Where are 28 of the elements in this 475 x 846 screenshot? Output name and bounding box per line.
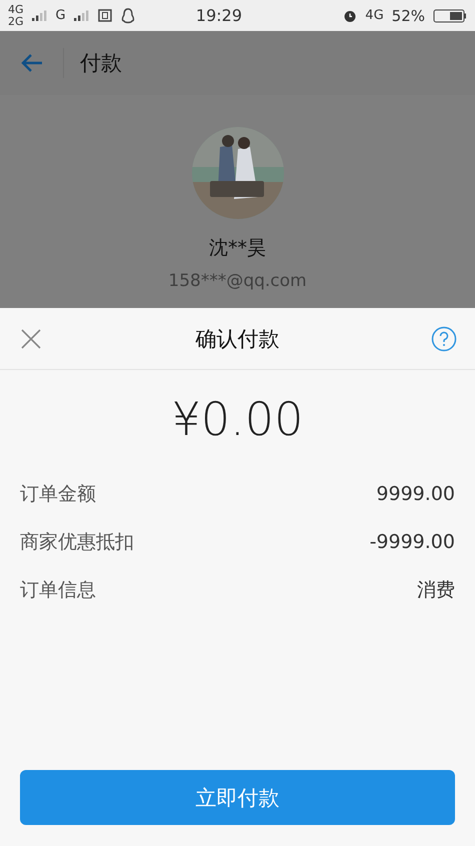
sim-label: 4G	[8, 4, 24, 16]
row-value: -9999.00	[370, 531, 455, 553]
notification-icon	[98, 8, 113, 22]
sheet-title: 确认付款	[196, 326, 280, 352]
help-icon	[431, 326, 457, 352]
back-arrow-icon	[20, 53, 42, 73]
signal-icon	[32, 10, 48, 21]
page-title: 付款	[79, 50, 122, 77]
payee-account: 158***@qq.com	[168, 271, 307, 291]
penguin-icon	[120, 8, 135, 24]
signal-icon	[74, 10, 90, 21]
pay-now-button[interactable]: 立即付款	[20, 770, 455, 825]
row-value: 9999.00	[376, 483, 455, 505]
row-label: 订单金额	[20, 482, 96, 507]
row-value: 消费	[417, 578, 455, 603]
help-button[interactable]	[431, 326, 457, 352]
network-label: G	[56, 8, 66, 23]
clock-time: 19:29	[194, 6, 243, 25]
alarm-icon	[343, 8, 358, 22]
battery-percent: 52%	[392, 6, 425, 24]
payee-name: 沈**昊	[209, 236, 266, 261]
network-label: 4G	[365, 8, 384, 23]
sim-label: 2G	[8, 16, 24, 28]
row-label: 订单信息	[20, 578, 96, 603]
row-label: 商家优惠抵扣	[20, 530, 134, 555]
battery-icon	[433, 8, 467, 22]
close-icon	[20, 328, 42, 350]
payment-amount: ¥0.00	[170, 392, 304, 446]
